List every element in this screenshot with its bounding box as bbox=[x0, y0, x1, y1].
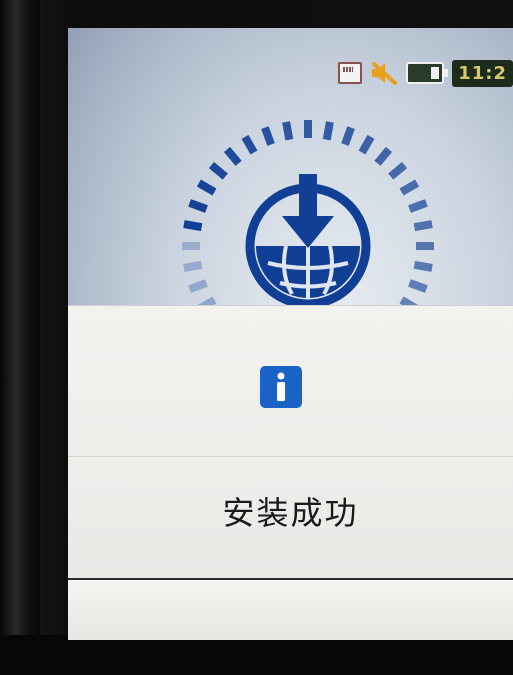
loading-ring-tick bbox=[388, 161, 408, 180]
loading-ring-tick bbox=[408, 279, 428, 293]
loading-ring-tick bbox=[223, 146, 242, 166]
loading-ring-tick bbox=[282, 121, 294, 141]
loading-ring-tick bbox=[183, 260, 203, 272]
loading-ring-tick bbox=[413, 260, 433, 272]
info-icon bbox=[260, 366, 302, 408]
phone-bezel-bottom bbox=[0, 635, 513, 675]
loading-ring-tick bbox=[374, 146, 393, 166]
loading-ring-tick bbox=[241, 134, 258, 155]
loading-ring-tick bbox=[188, 279, 208, 293]
photo-frame: 11:2 安装成功 bbox=[0, 0, 513, 675]
loading-ring-tick bbox=[413, 220, 433, 232]
phone-screen: 11:2 安装成功 bbox=[68, 28, 513, 640]
loading-ring-tick bbox=[358, 134, 375, 155]
loading-ring-tick bbox=[322, 121, 334, 141]
phone-bezel-left bbox=[0, 0, 40, 675]
dialog-message: 安装成功 bbox=[222, 494, 359, 532]
loading-ring-tick bbox=[399, 179, 420, 196]
loading-ring-tick bbox=[183, 220, 203, 232]
loading-ring-tick bbox=[208, 161, 228, 180]
dialog-ok-button[interactable] bbox=[68, 580, 513, 640]
install-result-dialog: 安装成功 bbox=[68, 306, 513, 640]
globe-emblem bbox=[245, 174, 371, 309]
loading-ring-tick bbox=[261, 126, 275, 146]
loading-ring-tick bbox=[408, 199, 428, 213]
loading-ring-tick bbox=[341, 126, 355, 146]
status-clock: 11:2 bbox=[452, 59, 513, 87]
loading-ring-tick bbox=[196, 179, 217, 196]
loading-ring-tick bbox=[188, 199, 208, 213]
dialog-divider bbox=[68, 456, 513, 457]
